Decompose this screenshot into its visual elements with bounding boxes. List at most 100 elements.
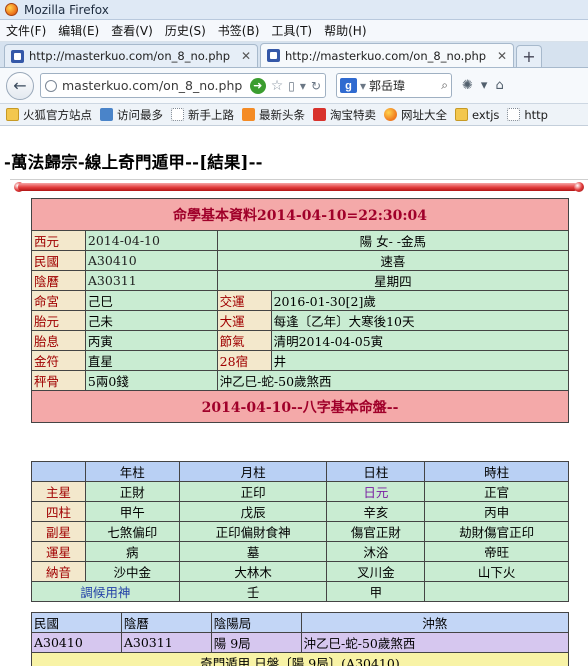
- bazi-row-label: 四柱: [31, 501, 86, 522]
- bookmark-item[interactable]: 网址大全: [384, 107, 447, 123]
- bazi-cell: 戊辰: [178, 501, 328, 522]
- bazi-col-header: 年柱: [84, 461, 180, 482]
- url-text[interactable]: masterkuo.com/on_8_no.php: [62, 78, 245, 93]
- close-tab-icon[interactable]: ✕: [241, 49, 251, 63]
- bazi-col-header: 月柱: [178, 461, 328, 482]
- google-search-icon[interactable]: g: [340, 78, 357, 93]
- bookmark-item[interactable]: 淘宝特卖: [313, 107, 376, 123]
- tab-strip: http://masterkuo.com/on_8_no.php ✕ http:…: [0, 42, 588, 68]
- info-value: 直星: [84, 350, 218, 371]
- navigation-bar: ← masterkuo.com/on_8_no.php ➜ ☆ ▯ ▾ ↻ g …: [0, 68, 588, 104]
- bazi-cell: 日元: [326, 481, 426, 502]
- page-content: -萬法歸宗-線上奇門遁甲--[結果]-- 命學基本資料2014-04-10=22…: [0, 149, 588, 666]
- rss-icon: [242, 108, 255, 121]
- dropdown-chevron-icon[interactable]: ▾: [300, 79, 306, 93]
- info-label: 胎元: [31, 310, 86, 331]
- qimen-table: 民國 陰曆 陰陽局 沖煞 A30410 A30311 陽 9局 沖乙巳-蛇-50…: [31, 612, 570, 666]
- decorative-banner: [10, 179, 588, 197]
- reload-icon[interactable]: ↻: [311, 79, 321, 93]
- info-value-wide: 速喜: [216, 250, 570, 271]
- blank-page-icon: [507, 108, 521, 121]
- go-icon[interactable]: ➜: [249, 77, 266, 94]
- menu-edit[interactable]: 编辑(E): [58, 22, 99, 39]
- bazi-row-label: 運星: [31, 541, 86, 562]
- bazi-cell: 帝旺: [424, 541, 569, 562]
- bazi-cell: 壬: [178, 581, 328, 602]
- bookmark-item[interactable]: extjs: [455, 108, 499, 122]
- tab-1[interactable]: http://masterkuo.com/on_8_no.php ✕: [4, 44, 258, 67]
- bookmark-item[interactable]: 火狐官方站点: [6, 107, 92, 123]
- menu-view[interactable]: 查看(V): [111, 22, 153, 39]
- bazi-cell: 正財: [84, 481, 180, 502]
- bookmark-item[interactable]: 新手上路: [171, 107, 234, 123]
- bookmark-star-icon[interactable]: ☆: [271, 78, 284, 94]
- bazi-cell: 山下火: [424, 561, 569, 582]
- addon-icon[interactable]: ✺: [462, 78, 473, 93]
- taobao-icon: [313, 108, 326, 121]
- window-titlebar: Mozilla Firefox: [0, 0, 588, 20]
- close-tab-icon[interactable]: ✕: [497, 49, 507, 63]
- bazi-cell: 傷官正財: [326, 521, 426, 542]
- info-value: 井: [270, 350, 570, 371]
- bookmark-item[interactable]: 最新头条: [242, 107, 305, 123]
- bazi-cell: 大林木: [178, 561, 328, 582]
- info-value: 丙寅: [84, 330, 218, 351]
- info-value: A30410: [84, 250, 218, 271]
- banner-bar: [18, 183, 578, 191]
- new-tab-button[interactable]: +: [516, 45, 542, 67]
- bazi-grid: 年柱 月柱 日柱 時柱 主星 正財 正印 日元 正官 四柱 甲午 戊辰 辛亥 丙…: [31, 461, 569, 602]
- info-value: 每逢〔乙年〕大寒後10天: [270, 310, 570, 331]
- firefox-bookmark-icon: [384, 108, 397, 121]
- home-icon[interactable]: ⌂: [495, 78, 503, 93]
- menu-file[interactable]: 文件(F): [6, 22, 46, 39]
- info-value: 己未: [84, 310, 218, 331]
- bookmark-page-icon: [100, 108, 113, 121]
- menu-history[interactable]: 历史(S): [165, 22, 206, 39]
- back-button[interactable]: ←: [6, 71, 34, 100]
- bazi-cell: 沙中金: [84, 561, 180, 582]
- page-icon[interactable]: ▯: [288, 79, 295, 93]
- bazi-cell: 劫財傷官正印: [424, 521, 569, 542]
- bookmark-item[interactable]: http: [507, 108, 548, 122]
- search-engine-chevron-icon[interactable]: ▾: [360, 79, 366, 93]
- destiny-table: 命學基本資料2014-04-10=22:30:04 西元 2014-04-10 …: [31, 198, 570, 423]
- info-label: 節氣: [216, 330, 272, 351]
- info-value: 己巳: [84, 290, 218, 311]
- qimen-header: 沖煞: [300, 612, 570, 633]
- bazi-row-label: 副星: [31, 521, 86, 542]
- window-title: Mozilla Firefox: [24, 2, 109, 17]
- info-value: 2014-04-10: [84, 230, 218, 251]
- bazi-corner: [31, 461, 86, 482]
- info-label: 命宮: [31, 290, 86, 311]
- info-label: 28宿: [216, 350, 272, 371]
- bookmark-item[interactable]: 访问最多: [100, 107, 163, 123]
- bazi-cell: 正印偏財食神: [178, 521, 328, 542]
- bazi-cell: [424, 581, 569, 602]
- bazi-cell: 七煞偏印: [84, 521, 180, 542]
- tab-title: http://masterkuo.com/on_8_no.php: [29, 49, 231, 63]
- tab-2-active[interactable]: http://masterkuo.com/on_8_no.php ✕: [260, 43, 514, 67]
- search-bar[interactable]: g ▾ 郭岳瑋 ⌕: [336, 73, 452, 98]
- menu-tools[interactable]: 工具(T): [271, 22, 312, 39]
- search-input[interactable]: 郭岳瑋: [369, 77, 438, 94]
- menu-bookmarks[interactable]: 书签(B): [218, 22, 260, 39]
- bazi-cell: 甲午: [84, 501, 180, 522]
- qimen-header: 陰陽局: [210, 612, 302, 633]
- info-value-wide: 陽 女- -金馬: [216, 230, 570, 251]
- info-label: 秤骨: [31, 370, 86, 391]
- toolbar-menu-chevron-icon[interactable]: ▾: [481, 78, 488, 93]
- qimen-value: 陽 9局: [210, 632, 302, 653]
- tab-title: http://masterkuo.com/on_8_no.php: [285, 48, 487, 63]
- globe-icon: [45, 79, 57, 92]
- info-value-wide: 星期四: [216, 270, 570, 291]
- info-label: 陰曆: [31, 270, 86, 291]
- menu-bar: 文件(F) 编辑(E) 查看(V) 历史(S) 书签(B) 工具(T) 帮助(H…: [0, 20, 588, 42]
- blank-page-icon: [171, 108, 184, 121]
- folder-icon: [455, 108, 468, 121]
- url-bar[interactable]: masterkuo.com/on_8_no.php ➜ ☆ ▯ ▾ ↻: [40, 73, 326, 98]
- bazi-row-label: 主星: [31, 481, 86, 502]
- site-favicon-icon: [267, 49, 280, 62]
- menu-help[interactable]: 帮助(H): [324, 22, 366, 39]
- info-label: 胎息: [31, 330, 86, 351]
- search-magnifier-icon[interactable]: ⌕: [441, 78, 448, 93]
